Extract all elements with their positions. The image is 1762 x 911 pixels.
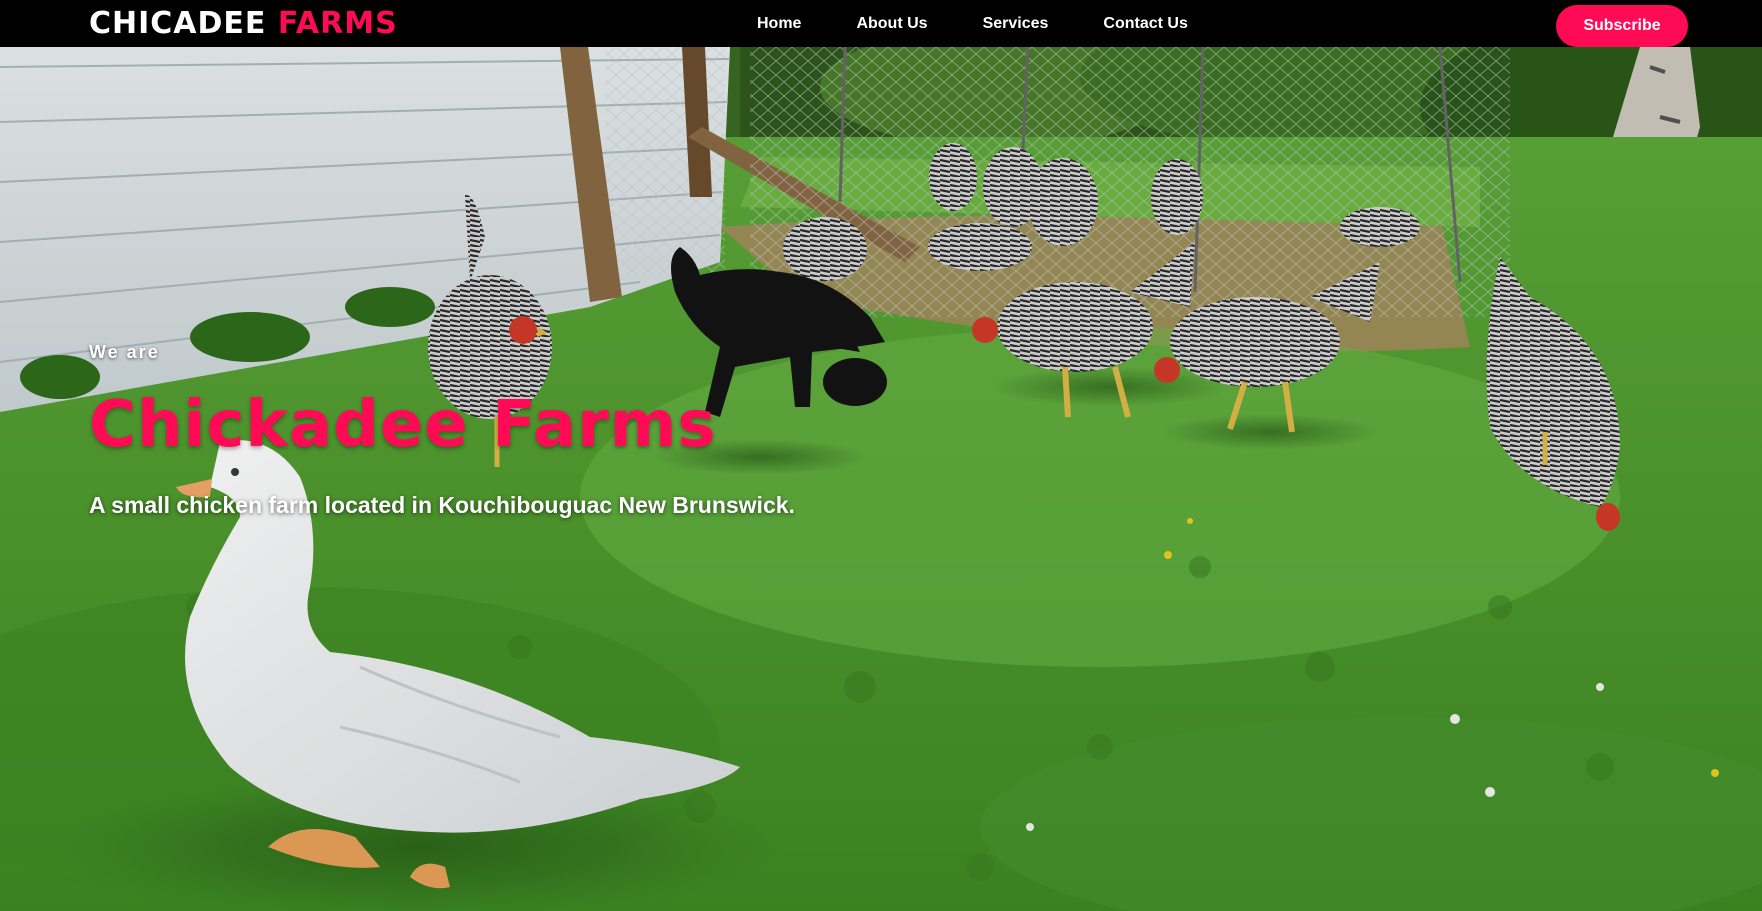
logo-text-primary: CHICADEE — [89, 6, 267, 41]
navbar: CHICADEE FARMS Home About Us Services Co… — [0, 0, 1762, 47]
hero-title: Chickadee Farms — [89, 388, 717, 462]
hero-background-image — [0, 47, 1762, 911]
nav-item-services[interactable]: Services — [983, 15, 1049, 33]
logo-text-accent: FARMS — [277, 6, 398, 41]
subscribe-button[interactable]: Subscribe — [1556, 5, 1688, 47]
main-nav: Home About Us Services Contact Us — [757, 0, 1243, 47]
hero-eyebrow: We are — [89, 342, 160, 362]
hero-subtitle: A small chicken farm located in Kouchibo… — [89, 492, 795, 518]
nav-item-about-us[interactable]: About Us — [856, 15, 927, 33]
nav-item-home[interactable]: Home — [757, 15, 801, 33]
nav-item-contact-us[interactable]: Contact Us — [1103, 15, 1187, 33]
hero-section: We are Chickadee Farms A small chicken f… — [0, 47, 1762, 911]
site-logo[interactable]: CHICADEE FARMS — [89, 7, 398, 41]
